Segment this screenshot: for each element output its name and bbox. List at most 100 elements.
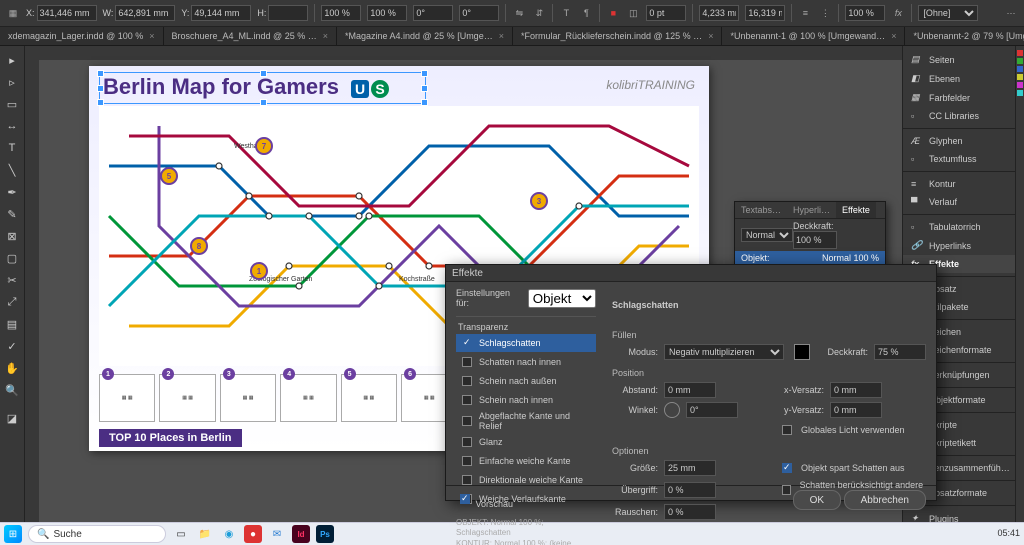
scissors-tool[interactable]: ✂ xyxy=(2,270,22,290)
y-field[interactable] xyxy=(191,5,251,21)
taskbar-clock[interactable]: 05:41 xyxy=(997,529,1020,538)
y-offset-input[interactable] xyxy=(830,402,882,418)
document-tab[interactable]: *Unbenannt-2 @ 79 % [Umgewand…× xyxy=(905,27,1024,45)
h2-field[interactable] xyxy=(745,5,785,21)
paragraph-icon[interactable]: ¶ xyxy=(579,6,593,20)
close-icon[interactable]: × xyxy=(708,31,713,41)
settings-for-select[interactable]: Objekt xyxy=(528,289,596,308)
close-icon[interactable]: × xyxy=(891,31,896,41)
close-icon[interactable]: × xyxy=(149,31,154,41)
document-tab[interactable]: xdemagazin_Lager.indd @ 100 %× xyxy=(0,27,164,45)
text-icon[interactable]: T xyxy=(559,6,573,20)
scale-y-field[interactable] xyxy=(367,5,407,21)
shadow-color-swatch[interactable] xyxy=(794,344,810,360)
panel-tab-kontur[interactable]: ≡Kontur xyxy=(903,175,1015,193)
document-tab[interactable]: *Magazine A4.indd @ 25 % [Umge…× xyxy=(337,27,513,45)
type-tool[interactable]: T xyxy=(2,138,22,158)
selection-tool[interactable]: ▸ xyxy=(2,50,22,70)
explorer-icon[interactable]: 📁 xyxy=(196,525,214,543)
distribute-icon[interactable]: ⋮ xyxy=(818,6,832,20)
panel-tab-textumfluss[interactable]: ▫Textumfluss xyxy=(903,150,1015,168)
object-style-select[interactable]: [Ohne] xyxy=(918,5,978,21)
knockout-check[interactable] xyxy=(782,463,792,473)
dialog-title[interactable]: Effekte xyxy=(446,265,936,282)
zoom-tool[interactable]: 🔍 xyxy=(2,380,22,400)
panel-tab-seiten[interactable]: ▤Seiten xyxy=(903,50,1015,69)
blend-mode-dialog-select[interactable]: Negativ multiplizieren xyxy=(664,344,784,360)
align-icon[interactable]: ≡ xyxy=(798,6,812,20)
task-view-icon[interactable]: ▭ xyxy=(172,525,190,543)
preview-check[interactable] xyxy=(460,494,470,504)
preview-check-wrap[interactable]: Vorschau xyxy=(456,491,513,509)
hand-tool[interactable]: ✋ xyxy=(2,358,22,378)
ref-point-icon[interactable]: ▦ xyxy=(6,6,20,20)
fx-icon[interactable]: fx xyxy=(891,6,905,20)
rect-frame-tool[interactable]: ⊠ xyxy=(2,226,22,246)
start-button[interactable]: ⊞ xyxy=(4,525,22,543)
opacity-field[interactable] xyxy=(845,5,885,21)
angle-input[interactable] xyxy=(686,402,738,418)
panel-tab-farbfelder[interactable]: ▦Farbfelder xyxy=(903,88,1015,107)
document-tab[interactable]: *Unbenannt-1 @ 100 % [Umgewand…× xyxy=(722,27,905,45)
gradient-tool[interactable]: ▤ xyxy=(2,314,22,334)
effect-option[interactable]: Glanz xyxy=(456,433,596,451)
rect-tool[interactable]: ▢ xyxy=(2,248,22,268)
gap-tool[interactable]: ↔ xyxy=(2,116,22,136)
mail-icon[interactable]: ✉ xyxy=(268,525,286,543)
effects-dialog[interactable]: Effekte Einstellungen für: Objekt Transp… xyxy=(445,264,937,501)
pencil-tool[interactable]: ✎ xyxy=(2,204,22,224)
effect-check[interactable] xyxy=(462,376,472,386)
spread-input[interactable] xyxy=(664,482,716,498)
rotate-field[interactable] xyxy=(413,5,453,21)
effect-check[interactable] xyxy=(462,456,472,466)
size-input[interactable] xyxy=(664,460,716,476)
stroke-w-field[interactable] xyxy=(646,5,686,21)
effect-check[interactable] xyxy=(462,395,472,405)
w2-field[interactable] xyxy=(699,5,739,21)
photoshop-icon[interactable]: Ps xyxy=(316,525,334,543)
cancel-button[interactable]: Abbrechen xyxy=(844,490,926,510)
h-field[interactable] xyxy=(268,5,308,21)
taskbar-search[interactable]: 🔍Suche xyxy=(28,525,166,543)
effect-option[interactable]: Abgeflachte Kante und Relief xyxy=(456,410,596,432)
page-tool[interactable]: ▭ xyxy=(2,94,22,114)
transform-tool[interactable]: ⤢ xyxy=(2,292,22,312)
close-icon[interactable]: × xyxy=(323,31,328,41)
effect-check[interactable] xyxy=(462,416,472,426)
effect-option[interactable]: Schein nach außen xyxy=(456,372,596,390)
panel-tab-cc libraries[interactable]: ▫CC Libraries xyxy=(903,107,1015,125)
effect-option[interactable]: Schlagschatten xyxy=(456,334,596,352)
shadow-opacity-input[interactable] xyxy=(874,344,926,360)
panel-tab-hyperlinks[interactable]: 🔗Hyperlinks xyxy=(903,236,1015,255)
app-icon[interactable]: ● xyxy=(244,525,262,543)
distance-input[interactable] xyxy=(664,382,716,398)
indesign-icon[interactable]: Id xyxy=(292,525,310,543)
panel-tab-tabulatorrich[interactable]: ▫Tabulatorrich xyxy=(903,218,1015,236)
panel-tab-ebenen[interactable]: ◧Ebenen xyxy=(903,69,1015,88)
effect-check[interactable] xyxy=(462,437,472,447)
shear-field[interactable] xyxy=(459,5,499,21)
fill-stroke-toggle[interactable]: ◪ xyxy=(2,408,22,428)
flip-h-icon[interactable]: ⇋ xyxy=(512,6,526,20)
stroke-icon[interactable]: ◫ xyxy=(626,6,640,20)
x-field[interactable] xyxy=(37,5,97,21)
panel-tab-verlauf[interactable]: ▀Verlauf xyxy=(903,193,1015,211)
effect-option[interactable]: Direktionale weiche Kante xyxy=(456,471,596,489)
eyedropper-tool[interactable]: ✓ xyxy=(2,336,22,356)
honor-fx-check[interactable] xyxy=(782,485,791,495)
ok-button[interactable]: OK xyxy=(793,490,841,510)
x-offset-input[interactable] xyxy=(830,382,882,398)
angle-dial-icon[interactable] xyxy=(664,402,680,418)
effect-check[interactable] xyxy=(462,357,472,367)
pen-tool[interactable]: ✒ xyxy=(2,182,22,202)
scale-x-field[interactable] xyxy=(321,5,361,21)
mini-tab[interactable]: Textabs… xyxy=(735,202,787,218)
effect-option[interactable]: Schatten nach innen xyxy=(456,353,596,371)
effect-check[interactable] xyxy=(462,475,472,485)
document-tab[interactable]: Broschuere_A4_ML.indd @ 25 % …× xyxy=(164,27,337,45)
edge-icon[interactable]: ◉ xyxy=(220,525,238,543)
mini-tab[interactable]: Hyperli… xyxy=(787,202,836,218)
mini-tab[interactable]: Effekte xyxy=(836,202,876,218)
line-tool[interactable]: ╲ xyxy=(2,160,22,180)
noise-input[interactable] xyxy=(664,504,716,520)
